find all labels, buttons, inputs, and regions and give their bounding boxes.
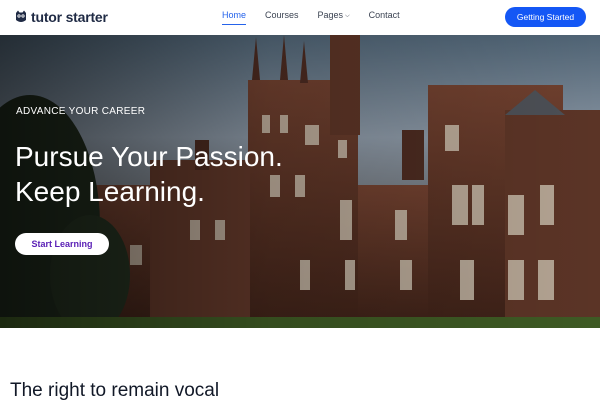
nav-item-home[interactable]: Home <box>222 10 247 25</box>
nav-item-courses[interactable]: Courses <box>265 10 299 20</box>
chevron-down-icon: ⌵ <box>345 13 350 19</box>
hero-section: ADVANCE YOUR CAREER Pursue Your Passion.… <box>0 35 600 328</box>
start-learning-button[interactable]: Start Learning <box>15 233 109 255</box>
getting-started-button[interactable]: Getting Started <box>505 7 586 27</box>
nav-item-pages[interactable]: Pages ⌵ <box>318 10 350 20</box>
main-nav: Home Courses Pages ⌵ Contact <box>222 10 419 25</box>
section-title: The right to remain vocal <box>10 380 220 400</box>
owl-logo-icon <box>16 10 26 22</box>
brand-logo[interactable]: tutor starter <box>15 9 108 25</box>
nav-item-pages-label: Pages <box>317 10 344 20</box>
hero-headline: Pursue Your Passion. Keep Learning. <box>15 139 283 209</box>
nav-item-contact[interactable]: Contact <box>369 10 400 20</box>
hero-headline-line2: Keep Learning. <box>15 176 205 207</box>
hero-headline-line1: Pursue Your Passion. <box>15 141 283 172</box>
site-header: tutor starter Home Courses Pages ⌵ Contac… <box>0 0 600 34</box>
hero-eyebrow: ADVANCE YOUR CAREER <box>16 106 146 117</box>
brand-name: tutor starter <box>31 9 108 25</box>
